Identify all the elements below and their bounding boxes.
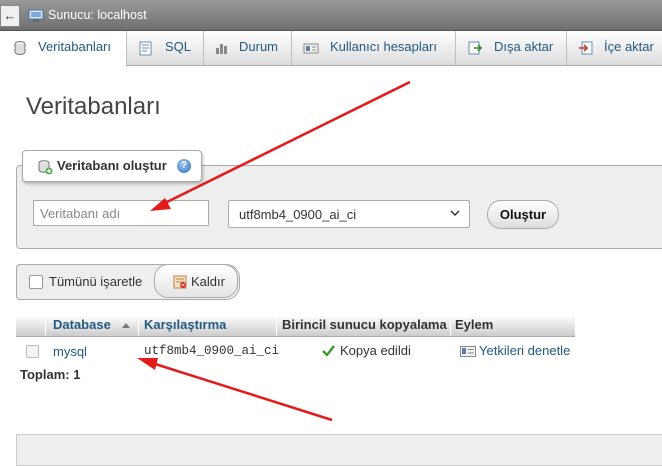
- total-count: Toplam: 1: [20, 367, 81, 382]
- server-icon: [28, 9, 44, 22]
- database-name-input[interactable]: [33, 200, 209, 226]
- delete-icon: [173, 275, 187, 289]
- create-database-label: Veritabanı oluştur: [57, 158, 167, 173]
- check-all-label: Tümünü işaretle: [49, 274, 143, 289]
- header-replication-label: Birincil sunucu kopyalama: [282, 317, 447, 332]
- main-tabs: Veritabanları SQL Durum Kullanıcı hesapl…: [0, 31, 662, 67]
- check-all-checkbox[interactable]: [29, 275, 43, 289]
- drop-label: Kaldır: [191, 274, 225, 289]
- tab-label: SQL: [165, 39, 192, 54]
- create-button[interactable]: Oluştur: [487, 200, 559, 229]
- tab-sql[interactable]: SQL: [127, 31, 204, 65]
- header-checkbox-col: [16, 315, 46, 336]
- check-icon: [322, 345, 335, 356]
- tab-user-accounts[interactable]: Kullanıcı hesapları: [292, 31, 456, 65]
- page-title: Veritabanları: [26, 93, 161, 120]
- chevron-down-icon: [450, 210, 460, 217]
- header-database[interactable]: Database: [46, 315, 139, 336]
- server-label[interactable]: Sunucu: localhost: [48, 8, 147, 22]
- check-privileges-link[interactable]: Yetkileri denetle: [479, 343, 570, 358]
- collation-cell: utf8mb4_0900_ai_ci: [144, 344, 280, 358]
- users-icon: [303, 43, 319, 54]
- header-action: Eylem: [451, 315, 575, 336]
- collation-value: utf8mb4_0900_ai_ci: [239, 207, 357, 222]
- tab-label: Durum: [239, 39, 279, 54]
- server-bar: ← Sunucu: localhost: [0, 0, 662, 31]
- header-collation-label: Karşılaştırma: [144, 317, 227, 332]
- privileges-icon: [460, 346, 476, 357]
- row-checkbox[interactable]: [26, 345, 39, 358]
- header-action-label: Eylem: [455, 317, 494, 332]
- database-add-icon: [38, 160, 53, 175]
- drop-button[interactable]: Kaldır: [154, 264, 238, 298]
- import-icon: [579, 41, 593, 55]
- back-arrow-icon[interactable]: ←: [0, 5, 20, 27]
- sql-icon: [139, 41, 152, 56]
- tab-export[interactable]: Dışa aktar: [456, 31, 567, 65]
- annotation-arrow-to-mysql: [137, 358, 333, 422]
- export-icon: [468, 41, 483, 55]
- database-icon: [14, 41, 26, 56]
- help-icon[interactable]: ?: [177, 159, 191, 173]
- table-row: mysql utf8mb4_0900_ai_ci Kopya edildi Ye…: [16, 337, 575, 364]
- tab-label: İçe aktar: [604, 39, 654, 54]
- tab-databases[interactable]: Veritabanları: [0, 31, 127, 67]
- sort-ascending-icon: [122, 323, 130, 328]
- header-replication: Birincil sunucu kopyalama: [277, 315, 451, 336]
- databases-table-header: Database Karşılaştırma Birincil sunucu k…: [16, 315, 575, 337]
- collation-select[interactable]: utf8mb4_0900_ai_ci: [228, 200, 470, 228]
- header-collation[interactable]: Karşılaştırma: [139, 315, 277, 336]
- header-database-label: Database: [53, 317, 111, 332]
- tab-status[interactable]: Durum: [204, 31, 292, 65]
- tab-label: Kullanıcı hesapları: [330, 39, 437, 54]
- replication-status: Kopya edildi: [340, 343, 411, 358]
- tab-import[interactable]: İçe aktar: [567, 31, 662, 65]
- bottom-panel: [16, 434, 662, 466]
- database-link[interactable]: mysql: [53, 344, 87, 359]
- tab-label: Dışa aktar: [494, 39, 554, 54]
- create-database-legend: Veritabanı oluştur ?: [22, 150, 202, 182]
- tab-label: Veritabanları: [38, 39, 111, 54]
- status-icon: [216, 44, 227, 54]
